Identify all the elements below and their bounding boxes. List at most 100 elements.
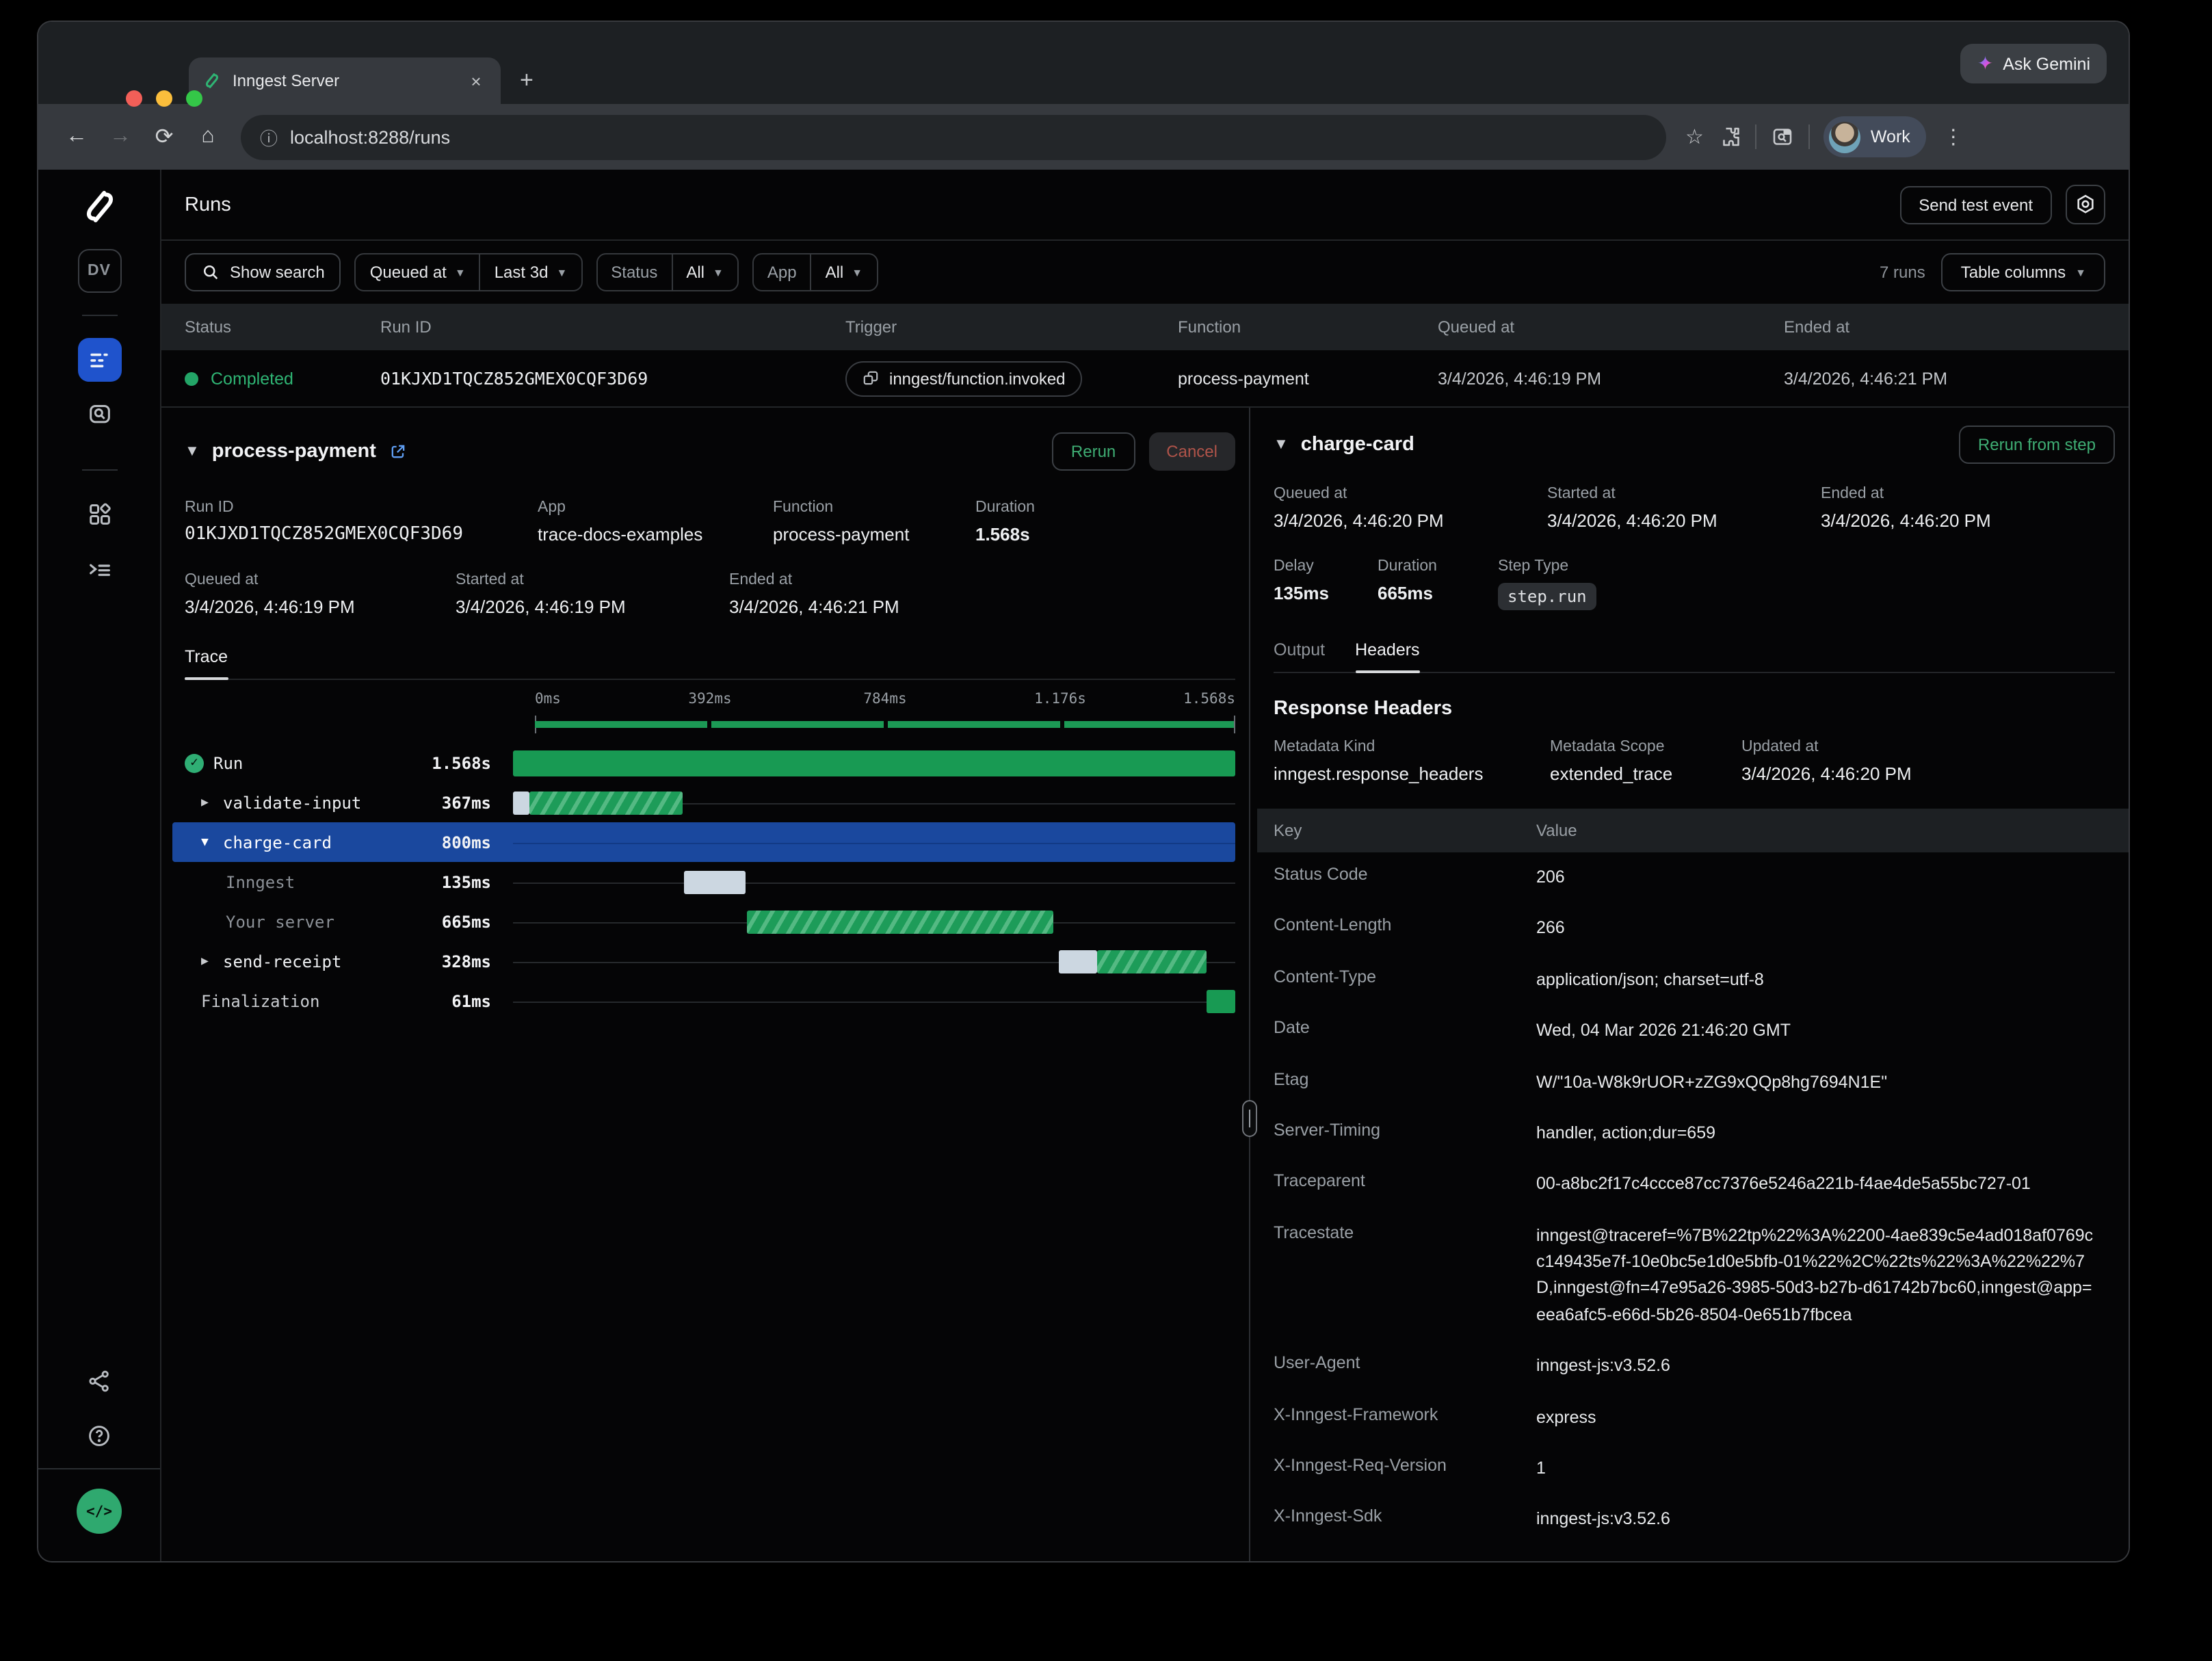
home-icon[interactable]: ⌂ bbox=[189, 125, 227, 149]
traffic-lights[interactable] bbox=[126, 90, 202, 107]
header-row-x-inngest-req-version: X-Inngest-Req-Version1 bbox=[1274, 1443, 2115, 1495]
rail-divider bbox=[81, 315, 117, 316]
share-button[interactable] bbox=[77, 1359, 121, 1402]
tab-headers[interactable]: Headers bbox=[1355, 640, 1420, 672]
browser-menu-icon[interactable]: ⋮ bbox=[1943, 125, 1964, 149]
main-content: Runs Send test event Show search bbox=[161, 170, 2129, 1561]
runs-count: 7 runs bbox=[1880, 263, 1925, 282]
collapse-chevron-icon[interactable]: ▼ bbox=[185, 443, 200, 460]
app-label: App bbox=[538, 499, 773, 516]
cancel-button[interactable]: Cancel bbox=[1148, 432, 1235, 471]
reload-icon[interactable]: ⟳ bbox=[145, 123, 183, 151]
status-select[interactable]: All▼ bbox=[671, 254, 737, 290]
col-status: Status bbox=[161, 317, 380, 337]
rerun-button[interactable]: Rerun bbox=[1052, 432, 1135, 471]
step-duration-value: 665ms bbox=[1378, 583, 1498, 603]
app-select[interactable]: All▼ bbox=[811, 254, 877, 290]
external-link-icon[interactable] bbox=[389, 442, 408, 461]
metadata-kind-value: inngest.response_headers bbox=[1274, 763, 1550, 784]
header-row-x-powered-by: X-Powered-ByExpress bbox=[1274, 1545, 2115, 1561]
tab-trace[interactable]: Trace bbox=[185, 647, 228, 679]
url-bar[interactable]: ⓘ localhost:8288/runs bbox=[241, 114, 1666, 159]
inngest-logo-icon[interactable] bbox=[79, 186, 120, 227]
chevron-right-icon[interactable]: ▶ bbox=[201, 954, 213, 968]
show-search-button[interactable]: Show search bbox=[185, 253, 341, 291]
env-badge[interactable]: DV bbox=[77, 249, 121, 293]
app-link[interactable]: trace-docs-examples bbox=[538, 524, 773, 545]
ended-at-label: Ended at bbox=[729, 572, 899, 588]
minimize-window-button[interactable] bbox=[156, 90, 172, 107]
profile-button[interactable]: Work bbox=[1824, 116, 1927, 157]
time-range-select[interactable]: Last 3d▼ bbox=[479, 254, 581, 290]
updated-at-label: Updated at bbox=[1741, 739, 1912, 755]
reading-mode-icon[interactable] bbox=[1771, 125, 1795, 149]
avatar bbox=[1830, 121, 1861, 153]
tab-strip: Inngest Server × + ✦ Ask Gemini bbox=[38, 22, 2129, 104]
delay-value: 135ms bbox=[1274, 583, 1378, 603]
check-circle-icon: ✓ bbox=[185, 753, 204, 772]
trace-row-send-receipt[interactable]: ▶send-receipt 328ms bbox=[185, 941, 1235, 981]
header-row-etag: EtagW/"10a-W8k9rUOR+zZG9xQQp8hg7694N1E" bbox=[1274, 1057, 2115, 1108]
trace-row-finalization[interactable]: Finalization 61ms bbox=[185, 981, 1235, 1021]
header-row-traceparent: Traceparent00-a8bc2f17c4ccce87cc7376e524… bbox=[1274, 1160, 2115, 1211]
chevron-down-icon: ▼ bbox=[455, 266, 466, 278]
browser-tab[interactable]: Inngest Server × bbox=[189, 57, 501, 104]
chevron-right-icon[interactable]: ▶ bbox=[201, 796, 213, 809]
tab-title: Inngest Server bbox=[233, 71, 454, 90]
runs-list-icon bbox=[86, 347, 112, 373]
trace-row-validate-input[interactable]: ▶validate-input 367ms bbox=[185, 783, 1235, 822]
dev-code-button[interactable]: </> bbox=[77, 1489, 122, 1534]
maximize-window-button[interactable] bbox=[186, 90, 202, 107]
new-tab-button[interactable]: + bbox=[520, 67, 534, 94]
table-columns-button[interactable]: Table columns▼ bbox=[1942, 253, 2105, 291]
started-at-label: Started at bbox=[456, 572, 729, 588]
sidebar-item-debugger[interactable] bbox=[77, 393, 121, 436]
trace-row-charge-card[interactable]: ▼charge-card 800ms bbox=[172, 822, 1235, 862]
toolbar-divider-2 bbox=[1809, 125, 1811, 149]
pane-resize-handle[interactable] bbox=[1242, 1100, 1257, 1137]
close-window-button[interactable] bbox=[126, 90, 142, 107]
toolbar-divider bbox=[1756, 125, 1757, 149]
col-trigger: Trigger bbox=[845, 317, 1178, 337]
gear-icon bbox=[2074, 193, 2097, 216]
trace-tabs: Trace bbox=[185, 647, 1235, 680]
bookmark-star-icon[interactable]: ☆ bbox=[1685, 125, 1704, 149]
step-type-chip: step.run bbox=[1498, 583, 1596, 610]
site-info-icon[interactable]: ⓘ bbox=[260, 124, 278, 150]
collapse-chevron-icon[interactable]: ▼ bbox=[1274, 436, 1289, 453]
forward-icon[interactable]: → bbox=[101, 125, 140, 149]
tab-output[interactable]: Output bbox=[1274, 640, 1325, 672]
trace-row-your-server[interactable]: Your server 665ms bbox=[185, 902, 1235, 941]
metadata-scope-label: Metadata Scope bbox=[1550, 739, 1741, 755]
sidebar-item-stream[interactable] bbox=[77, 547, 121, 591]
sidebar-item-apps[interactable] bbox=[77, 493, 121, 536]
step-duration-label: Duration bbox=[1378, 558, 1498, 575]
rail-bottom: </> bbox=[38, 1359, 160, 1561]
header-row-content-type: Content-Typeapplication/json; charset=ut… bbox=[1274, 955, 2115, 1006]
step-title: charge-card bbox=[1301, 434, 1414, 456]
function-name: process-payment bbox=[1178, 369, 1438, 388]
back-icon[interactable]: ← bbox=[57, 125, 96, 149]
trace-row-inngest[interactable]: Inngest 135ms bbox=[185, 862, 1235, 902]
trigger-badge[interactable]: inngest/function.invoked bbox=[845, 361, 1082, 396]
trace-waterfall: 0ms 392ms 784ms 1.176s 1.568s bbox=[185, 688, 1235, 1021]
response-headers-title: Response Headers bbox=[1274, 698, 2115, 720]
extensions-puzzle-icon[interactable] bbox=[1717, 125, 1742, 149]
table-row[interactable]: Completed 01KJXD1TQCZ852GMEX0CQF3D69 inn… bbox=[161, 350, 2129, 408]
close-tab-icon[interactable]: × bbox=[465, 70, 487, 91]
header-row-x-inngest-framework: X-Inngest-Frameworkexpress bbox=[1274, 1392, 2115, 1443]
help-button[interactable] bbox=[77, 1413, 121, 1457]
queued-at-field-select[interactable]: Queued at▼ bbox=[356, 254, 479, 290]
trace-row-run[interactable]: ✓Run 1.568s bbox=[185, 743, 1235, 783]
timeline-minimap[interactable] bbox=[535, 721, 1235, 728]
send-test-event-button[interactable]: Send test event bbox=[1899, 185, 2052, 224]
settings-button[interactable] bbox=[2066, 185, 2105, 224]
chevron-down-icon[interactable]: ▼ bbox=[201, 835, 213, 849]
metadata-scope-value: extended_trace bbox=[1550, 763, 1741, 784]
ask-gemini-button[interactable]: ✦ Ask Gemini bbox=[1961, 44, 2107, 83]
app-filter: App All▼ bbox=[752, 253, 878, 291]
event-squares-icon bbox=[862, 369, 880, 387]
function-link[interactable]: process-payment bbox=[773, 524, 975, 545]
rerun-from-step-button[interactable]: Rerun from step bbox=[1959, 426, 2115, 464]
sidebar-item-runs[interactable] bbox=[77, 338, 121, 382]
